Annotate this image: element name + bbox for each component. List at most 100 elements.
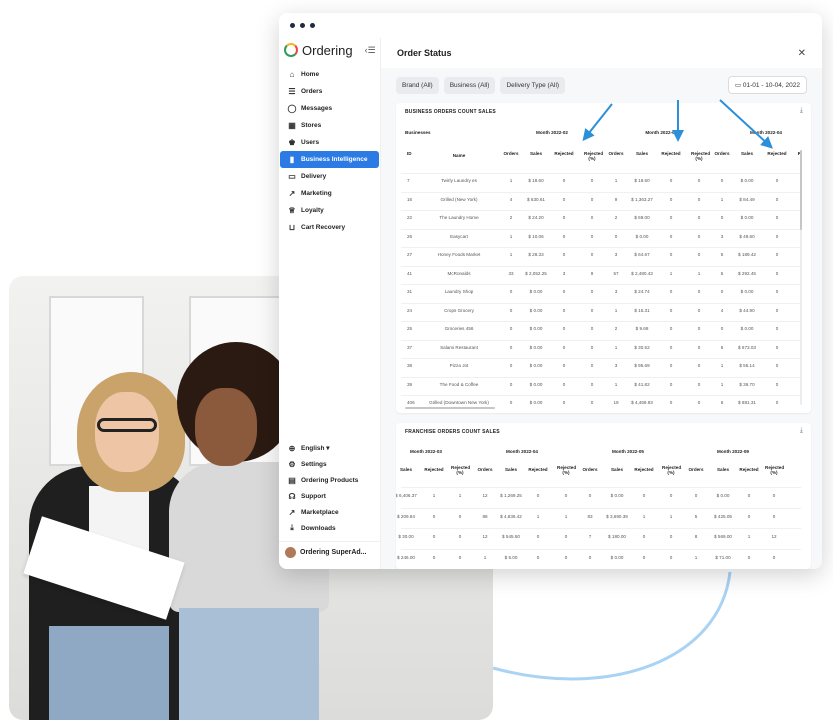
table-cell: 0 — [747, 513, 751, 519]
table-cell: 1 — [614, 307, 618, 313]
table-cell: $ 0.00 — [740, 215, 754, 220]
row-divider — [401, 302, 801, 304]
table-cell: 0 — [669, 196, 673, 202]
business-orders-card: BUSINESS ORDERS COUNT SALES ⤓ Businesses… — [396, 103, 811, 413]
table-cell: $ 5.00 — [504, 554, 518, 560]
horizontal-scrollbar[interactable] — [405, 407, 495, 409]
photo-person-left-jeans — [49, 626, 169, 720]
table-cell: 1 — [564, 513, 568, 519]
table-cell: 8 — [694, 534, 698, 539]
store-icon: ▦ — [288, 121, 296, 130]
sidebar-item-marketing[interactable]: ↗ Marketing — [280, 185, 379, 202]
table-cell: 1 — [458, 493, 462, 498]
collapse-sidebar-icon[interactable]: ‹☰ — [365, 45, 376, 56]
window-dot[interactable] — [310, 23, 315, 28]
sidebar-item-marketplace[interactable]: ↗ Marketplace — [280, 504, 380, 520]
column-header: Rejected (%) — [584, 151, 604, 161]
delivery-type-filter[interactable]: Delivery Type (All) — [500, 76, 566, 94]
table-cell: $ 2,480.43 — [631, 270, 653, 276]
column-header: Orders — [688, 467, 704, 472]
app-window: Ordering ‹☰ ⌂ Home ☰ Orders ◯ Messages ▦ Stores… — [279, 13, 822, 569]
table-cell: 3 — [614, 363, 618, 368]
sidebar-item-english[interactable]: ⊕ English ▾ — [280, 440, 380, 456]
table-cell: 0 — [669, 307, 673, 313]
table-cell: 1 — [509, 233, 513, 239]
table-cell: 0 — [775, 344, 779, 350]
sidebar-item-downloads[interactable]: ⤓ Downloads — [280, 520, 380, 536]
month-header: Month 2022-02 — [536, 130, 568, 135]
sidebar-item-stores[interactable]: ▦ Stores — [280, 117, 379, 134]
home-icon: ⌂ — [289, 70, 295, 79]
scrollbar-thumb[interactable] — [800, 150, 802, 230]
table-cell: 0 — [590, 363, 594, 368]
table-cell: 1 — [669, 513, 673, 519]
sidebar-item-cart-recovery[interactable]: ⊔ Cart Recovery — [280, 219, 379, 236]
page-title: Order Status — [397, 48, 452, 58]
sidebar-item-orders[interactable]: ☰ Orders — [280, 83, 379, 100]
table-cell: 0 — [669, 344, 673, 350]
table-cell: 0 — [509, 289, 513, 294]
window-dot[interactable] — [290, 23, 295, 28]
table-cell: 0 — [509, 307, 513, 313]
table-cell: $ 0.00 — [529, 307, 543, 313]
brand-logo[interactable]: Ordering ‹☰ — [284, 40, 380, 60]
globe-icon: ⊕ — [288, 443, 296, 453]
column-header: Rejected — [528, 467, 548, 472]
calendar-icon: ▭ — [734, 82, 742, 89]
column-header: Name — [452, 153, 466, 158]
row-divider — [401, 228, 801, 230]
download-icon: ⤓ — [290, 523, 294, 532]
sidebar-item-business-intelligence[interactable]: ▮ Business Intelligence — [280, 151, 379, 168]
table-cell: 0 — [720, 326, 724, 331]
table-cell: $ 64.67 — [634, 252, 650, 257]
table-cell: 1 — [720, 381, 724, 387]
sidebar-item-label: Delivery — [301, 173, 327, 180]
sidebar-item-home[interactable]: ⌂ Home — [280, 66, 379, 83]
table-cell: 0 — [588, 554, 592, 560]
table-cell: 1 — [720, 196, 724, 202]
sidebar-item-users[interactable]: ♚ Users — [280, 134, 379, 151]
table-cell: 37 — [407, 344, 413, 350]
table-cell: $ 0.00 — [610, 554, 624, 560]
close-icon[interactable]: ✕ — [798, 48, 806, 59]
row-divider — [401, 358, 801, 359]
download-icon[interactable]: ⤓ — [800, 427, 803, 435]
sidebar-item-ordering-products[interactable]: ▤ Ordering Products — [280, 472, 380, 488]
table-cell: 0 — [562, 344, 566, 350]
sidebar-item-messages[interactable]: ◯ Messages — [280, 100, 379, 117]
table-cell: 0 — [536, 534, 540, 539]
download-icon[interactable]: ⤓ — [800, 107, 803, 115]
business-filter[interactable]: Business (All) — [443, 76, 496, 94]
column-header: Orders — [714, 151, 730, 156]
sidebar-item-label: Ordering Products — [301, 476, 359, 484]
column-header: Rejected (%) — [557, 465, 577, 475]
table-cell: 0 — [509, 363, 513, 368]
table-cell: 406 — [407, 400, 415, 405]
table-cell: 0 — [509, 344, 513, 350]
date-range-picker[interactable]: ▭ 01-01 - 10-04, 2022 — [727, 76, 807, 94]
column-header: Rejected — [554, 151, 574, 156]
table-cell: $ 30.52 — [634, 344, 650, 350]
sidebar-item-delivery[interactable]: ▭ Delivery — [280, 168, 379, 185]
user-name: Ordering SuperAd... — [300, 549, 367, 556]
avatar — [285, 547, 296, 558]
sidebar-item-settings[interactable]: ⚙ Settings — [280, 456, 380, 472]
table-cell: 0 — [669, 381, 673, 387]
table-cell: 0 — [432, 513, 436, 519]
column-header: Rejected — [424, 467, 444, 472]
sidebar-item-label: Business Intelligence — [301, 156, 368, 163]
table-cell: 0 — [697, 289, 701, 294]
sidebar-item-support[interactable]: ☊ Support — [280, 488, 380, 504]
user-menu[interactable]: Ordering SuperAd... — [279, 541, 381, 563]
row-divider — [401, 507, 801, 509]
window-dot[interactable] — [300, 23, 305, 28]
sidebar-item-loyalty[interactable]: ♕ Loyalty — [280, 202, 379, 219]
table-cell: 38 — [407, 363, 413, 368]
businesses-header: Businesses — [405, 130, 431, 135]
table-cell: 0 — [458, 534, 462, 539]
brand-filter[interactable]: Brand (All) — [396, 76, 439, 94]
table-cell: $ 246.00 — [397, 554, 415, 560]
table-cell: Twirly Laundry es — [441, 178, 477, 183]
table-cell: 0 — [697, 400, 701, 405]
table-cell: 0 — [720, 289, 724, 294]
